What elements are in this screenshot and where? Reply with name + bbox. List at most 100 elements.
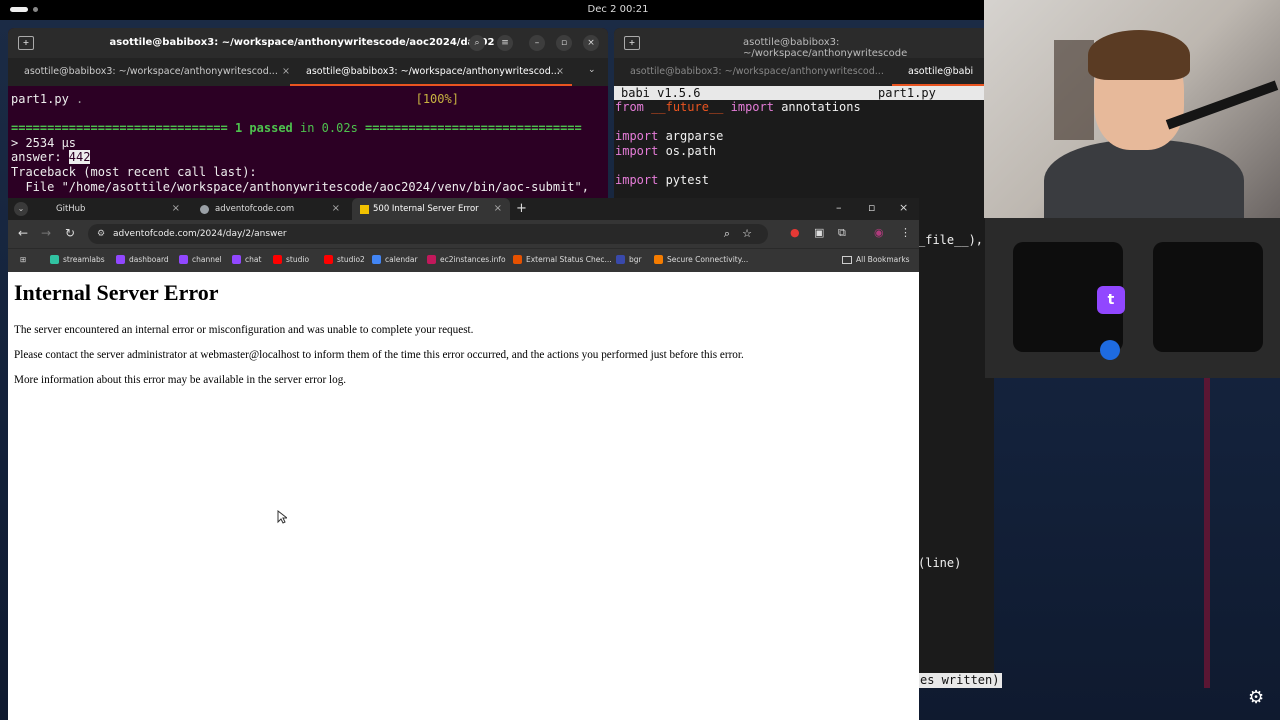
bookmark-item[interactable]: calendar <box>372 255 418 264</box>
close-tab-icon[interactable]: × <box>172 198 180 220</box>
code-keyword: import <box>615 129 659 144</box>
all-bookmarks-label: All Bookmarks <box>856 255 910 264</box>
bookmark-star-icon[interactable]: ☆ <box>742 224 752 244</box>
bookmark-label: bgr <box>629 255 642 264</box>
new-tab-button[interactable]: + <box>516 201 527 216</box>
back-icon[interactable]: ← <box>18 226 28 240</box>
menu-icon[interactable]: ≡ <box>497 35 513 51</box>
bookmark-favicon <box>654 255 663 264</box>
ublock-icon[interactable]: ● <box>790 226 800 239</box>
browser-tab-bar: ⌄ GitHub × adventofcode.com × 500 Internal… <box>8 198 919 220</box>
error-paragraph: More information about this error may be… <box>14 374 347 386</box>
bookmark-item[interactable]: chat <box>232 255 261 264</box>
extension-icon[interactable]: ▣ <box>814 226 824 239</box>
tab-label: asottile@babibox3: ~/workspace/anthonywr… <box>306 66 560 77</box>
separator: ============================== <box>11 121 235 136</box>
bookmark-item[interactable]: channel <box>179 255 222 264</box>
code-keyword: import <box>615 143 659 158</box>
all-bookmarks-button[interactable]: All Bookmarks <box>842 255 910 264</box>
terminal-window[interactable]: + asottile@babibox3: ~/workspace/anthony… <box>8 28 608 200</box>
terminal-tab[interactable]: asottile@babibox3: ~/workspace/anthonywr… <box>8 58 298 86</box>
browser-tab[interactable]: GitHub × <box>8 198 188 220</box>
bookmark-favicon <box>616 255 625 264</box>
bookmark-label: channel <box>192 255 222 264</box>
accessibility-icon[interactable]: ⚙ <box>1248 687 1264 708</box>
site-info-icon[interactable]: ⚙ <box>97 224 105 244</box>
editor-name: babi v1.5.6 <box>621 86 701 100</box>
kebab-menu-icon[interactable]: ⋮ <box>900 226 911 239</box>
bookmark-item[interactable]: External Status Chec... <box>513 255 612 264</box>
close-tab-icon[interactable]: × <box>494 198 502 220</box>
code-fragment: (line) <box>918 556 962 570</box>
bookmark-item[interactable]: Secure Connectivity... <box>654 255 748 264</box>
close-icon[interactable]: × <box>899 201 908 214</box>
bookmark-label: chat <box>245 255 262 264</box>
close-tab-icon[interactable]: × <box>556 58 564 84</box>
bookmark-item[interactable]: studio <box>273 255 309 264</box>
bookmark-label: External Status Chec... <box>526 255 612 264</box>
maximize-icon[interactable]: ▫ <box>556 35 572 51</box>
editor-status-bar: babi v1.5.6 part1.py <box>614 86 994 100</box>
bookmark-favicon <box>179 255 188 264</box>
page-heading: Internal Server Error <box>14 280 219 305</box>
close-icon[interactable]: × <box>583 35 599 51</box>
test-file: part1.py <box>11 92 69 106</box>
profile-avatar[interactable]: ◉ <box>874 226 884 239</box>
close-tab-icon[interactable]: × <box>282 58 290 86</box>
url-text: adventofcode.com/2024/day/2/answer <box>113 229 287 239</box>
forward-icon[interactable]: → <box>41 226 51 240</box>
bookmark-item[interactable]: dashboard <box>116 255 169 264</box>
browser-window[interactable]: ⌄ GitHub × adventofcode.com × 500 Internal… <box>8 198 919 720</box>
minimize-icon[interactable]: – <box>529 35 545 51</box>
new-tab-icon[interactable]: + <box>624 36 640 50</box>
bookmark-label: dashboard <box>129 255 169 264</box>
keyboard-camera-overlay: t <box>985 218 1280 378</box>
traceback: Traceback (most recent call last): <box>11 164 257 179</box>
code-area[interactable]: from __future__ import annotations impor… <box>614 100 994 188</box>
window-title: asottile@babibox3: ~/workspace/anthonywr… <box>743 37 908 59</box>
apps-grid-icon[interactable]: ⊞ <box>20 255 26 264</box>
mouse-cursor-icon <box>277 510 287 524</box>
extensions-puzzle-icon[interactable]: ⧉ <box>838 226 846 240</box>
editor-message: es written) <box>918 673 1002 688</box>
bookmarks-bar: ⊞ streamlabs dashboard channel chat stud… <box>8 248 919 272</box>
browser-tab-active[interactable]: 500 Internal Server Error × <box>352 198 510 220</box>
bookmark-item[interactable]: bgr <box>616 255 642 264</box>
passed-count: 1 passed <box>234 121 293 136</box>
terminal-tab-active[interactable]: asottile@babibox3: ~/workspace/anthonywr… <box>290 58 572 86</box>
minimize-icon[interactable]: – <box>836 201 842 214</box>
tab-label: GitHub <box>56 204 86 214</box>
bookmark-label: calendar <box>385 255 418 264</box>
close-tab-icon[interactable]: × <box>332 198 340 220</box>
tab-label: 500 Internal Server Error <box>373 204 479 214</box>
zoom-icon[interactable]: ⌕ <box>724 224 730 244</box>
scrollbar[interactable] <box>1204 378 1210 688</box>
star-favicon-icon <box>360 205 369 214</box>
tab-label: asottile@babi <box>908 66 974 77</box>
terminal-output[interactable]: part1.py . [100%] ======================… <box>8 86 608 200</box>
search-icon[interactable]: ⌕ <box>469 35 485 51</box>
code-keyword: import <box>730 100 774 114</box>
maximize-icon[interactable]: ▫ <box>868 201 875 214</box>
bookmark-label: streamlabs <box>63 255 105 264</box>
terminal-tab[interactable]: asottile@babibox3: ~/workspace/anthonywr… <box>614 58 884 86</box>
bookmark-label: Secure Connectivity... <box>667 255 749 264</box>
globe-icon <box>200 205 209 214</box>
browser-tab[interactable]: adventofcode.com × <box>190 198 348 220</box>
bookmark-favicon <box>372 255 381 264</box>
bookmark-item[interactable]: studio2 <box>324 255 365 264</box>
test-dot: . <box>68 92 84 106</box>
error-paragraph: Please contact the server administrator … <box>14 349 744 361</box>
terminal-tab-active[interactable]: asottile@babi <box>892 58 994 86</box>
tab-label: asottile@babibox3: ~/workspace/anthonywr… <box>24 66 278 77</box>
twitch-icon: t <box>1097 286 1125 314</box>
bookmark-item[interactable]: streamlabs <box>50 255 105 264</box>
bookmark-item[interactable]: ec2instances.info <box>427 255 506 264</box>
terminal-tabs: asottile@babibox3: ~/workspace/anthonywr… <box>614 58 994 86</box>
chevron-down-icon[interactable]: ⌄ <box>588 65 596 75</box>
reload-icon[interactable]: ↻ <box>65 226 75 240</box>
bookmark-label: studio2 <box>337 255 365 264</box>
address-toolbar: ← → ↻ ⚙ adventofcode.com/2024/day/2/answ… <box>8 220 919 248</box>
answer-value: 442 <box>68 150 91 165</box>
url-bar[interactable]: ⚙ adventofcode.com/2024/day/2/answer ⌕ ☆ <box>88 224 768 244</box>
